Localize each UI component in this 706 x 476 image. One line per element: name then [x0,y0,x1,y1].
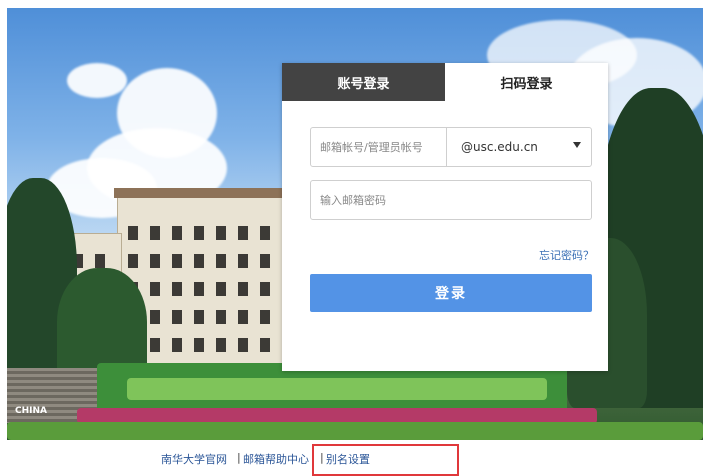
tab-account-login[interactable]: 账号登录 [282,63,445,101]
cloud [67,63,127,98]
footer-link-help-center[interactable]: 邮箱帮助中心 [243,451,309,467]
photo-caption: CHINA [15,406,47,416]
account-field-group: @usc.edu.cn [310,127,592,167]
tab-qr-login[interactable]: 扫码登录 [445,63,608,101]
forgot-password-link[interactable]: 忘记密码？ [539,247,594,263]
login-panel: 账号登录 扫码登录 @usc.edu.cn 忘记密码？ 登录 [282,63,608,371]
password-input[interactable] [311,181,591,219]
domain-select[interactable]: @usc.edu.cn [447,128,591,166]
login-button[interactable]: 登录 [310,274,592,312]
footer-link-university-site[interactable]: 南华大学官网 [161,451,227,467]
flowerbed-text-hedge [127,378,547,400]
login-tabs: 账号登录 扫码登录 [282,63,608,101]
footer-separator: | [237,451,241,464]
lawn [7,422,703,440]
account-input[interactable] [311,128,447,166]
highlight-box [312,444,459,476]
password-field-group [310,180,592,220]
domain-selected-value: @usc.edu.cn [461,140,538,154]
caret-down-icon [573,142,581,148]
